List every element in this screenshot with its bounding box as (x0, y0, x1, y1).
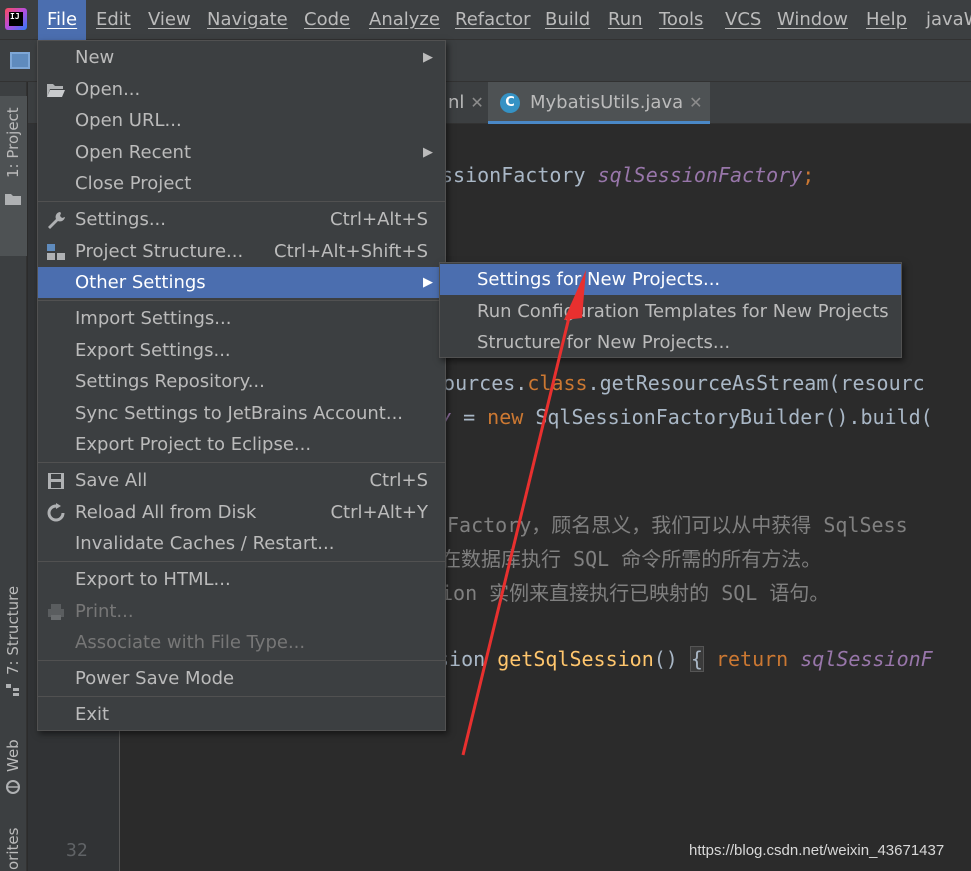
menu-item-save-all[interactable]: Save All Ctrl+S (38, 465, 445, 496)
tool-tab-structure[interactable]: 7: Structure (0, 585, 27, 697)
code-line: sources.class.getResourceAsStream(resour… (431, 371, 925, 395)
submenu-item-structure-new-projects[interactable]: Structure for New Projects... (440, 327, 901, 358)
printer-icon (48, 604, 64, 620)
wrench-icon (48, 212, 65, 229)
intellij-logo-icon: IJ (5, 8, 27, 30)
tool-tab-favorites[interactable]: orites (0, 822, 27, 871)
menu-separator (38, 462, 445, 463)
menu-item-close-project[interactable]: Close Project (38, 168, 445, 199)
menu-item-open[interactable]: Open... (38, 74, 445, 105)
reload-icon (47, 503, 65, 522)
editor-tab-mybatisutils[interactable]: C MybatisUtils.java ✕ (488, 82, 710, 124)
tool-tab-structure-label: 7: Structure (4, 585, 22, 675)
menu-tools[interactable]: Tools (650, 0, 712, 40)
menu-item-print: Print... (38, 596, 445, 627)
save-icon (48, 473, 64, 489)
menu-build[interactable]: Build (536, 0, 599, 40)
menu-help[interactable]: Help (857, 0, 916, 40)
project-structure-icon (47, 244, 65, 260)
code-comment: Factory，顾名思义，我们可以从中获得 SqlSess (447, 513, 908, 537)
menu-item-export-settings[interactable]: Export Settings... (38, 335, 445, 366)
left-tool-stripe: 1: Project 7: Structure Web orites (0, 82, 27, 871)
code-comment: ion 实例来直接执行已映射的 SQL 语句。 (441, 581, 830, 605)
menu-item-settings-repository[interactable]: Settings Repository... (38, 366, 445, 397)
watermark: https://blog.csdn.net/weixin_43671437 (689, 842, 945, 859)
menu-item-exit[interactable]: Exit (38, 699, 445, 730)
code-line: y = new SqlSessionFactoryBuilder().build… (439, 405, 933, 429)
menu-item-power-save[interactable]: Power Save Mode (38, 663, 445, 694)
tool-tab-web-label: Web (4, 739, 22, 772)
menu-code[interactable]: Code (295, 0, 359, 40)
menu-item-associate-file-type: Associate with File Type... (75, 632, 306, 653)
menu-edit[interactable]: Edit (87, 0, 140, 40)
submenu-item-run-config-templates[interactable]: Run Configuration Templates for New Proj… (440, 296, 901, 327)
menu-item-sync-settings[interactable]: Sync Settings to JetBrains Account... (38, 398, 445, 429)
menu-item-open-recent[interactable]: Open Recent ▶ (38, 137, 445, 168)
editor-tab-previous-label: nl (448, 92, 465, 113)
open-folder-icon (47, 84, 65, 97)
menu-separator (38, 660, 445, 661)
line-number: 32 (66, 840, 88, 861)
menu-vcs[interactable]: VCS (716, 0, 770, 40)
menu-separator (38, 300, 445, 301)
project-window-icon[interactable] (10, 52, 30, 69)
menu-item-reload-disk[interactable]: Reload All from Disk Ctrl+Alt+Y (38, 497, 445, 528)
globe-icon (6, 780, 20, 794)
menu-item-project-structure[interactable]: Project Structure... Ctrl+Alt+Shift+S (38, 236, 445, 267)
editor-tab-previous[interactable]: nl ✕ (448, 82, 484, 124)
tool-tab-project-label: 1: Project (4, 107, 22, 178)
submenu-item-settings-new-projects[interactable]: Settings for New Projects... (440, 264, 901, 295)
menu-item-open-url[interactable]: Open URL... (38, 105, 445, 136)
menu-item-settings[interactable]: Settings... Ctrl+Alt+S (38, 204, 445, 235)
other-settings-submenu: Settings for New Projects... Run Configu… (439, 262, 902, 358)
file-menu-dropdown: New ▶ Open... Open URL... Open Recent ▶ Cl… (37, 40, 446, 731)
menu-navigate[interactable]: Navigate (198, 0, 297, 40)
menu-analyze[interactable]: Analyze (360, 0, 449, 40)
code-line: ssionFactory sqlSessionFactory; (441, 163, 815, 187)
menu-refactor[interactable]: Refactor (446, 0, 540, 40)
close-icon[interactable]: ✕ (689, 93, 702, 112)
menu-item-import-settings[interactable]: Import Settings... (38, 303, 445, 334)
java-class-icon: C (500, 93, 520, 113)
tool-tab-web[interactable]: Web (0, 722, 27, 802)
menu-view[interactable]: View (139, 0, 200, 40)
code-comment: 在数据库执行 SQL 命令所需的所有方法。 (441, 547, 822, 571)
menu-separator (38, 201, 445, 202)
menu-item-new[interactable]: New ▶ (38, 42, 445, 73)
project-name-label: javaW (926, 9, 971, 30)
tool-tab-project[interactable]: 1: Project (0, 96, 27, 256)
menu-item-export-eclipse[interactable]: Export Project to Eclipse... (38, 429, 445, 460)
menu-window[interactable]: Window (768, 0, 857, 40)
menu-item-invalidate-caches[interactable]: Invalidate Caches / Restart... (38, 528, 445, 559)
editor-tab-label: MybatisUtils.java (530, 92, 684, 113)
menu-file[interactable]: File (38, 0, 87, 40)
menu-item-other-settings[interactable]: Other Settings ▶ (38, 267, 445, 298)
menu-separator (38, 561, 445, 562)
menu-run[interactable]: Run (599, 0, 652, 40)
menu-item-export-html[interactable]: Export to HTML... (38, 564, 445, 595)
main-menu-bar: IJ File Edit View Navigate Code Analyze … (0, 0, 971, 40)
structure-icon (6, 684, 19, 696)
code-line: sion getSqlSession() { return sqlSession… (437, 646, 933, 672)
menu-separator (38, 696, 445, 697)
close-icon[interactable]: ✕ (470, 93, 483, 112)
folder-icon (5, 194, 21, 205)
tool-tab-favorites-label: orites (4, 827, 22, 870)
